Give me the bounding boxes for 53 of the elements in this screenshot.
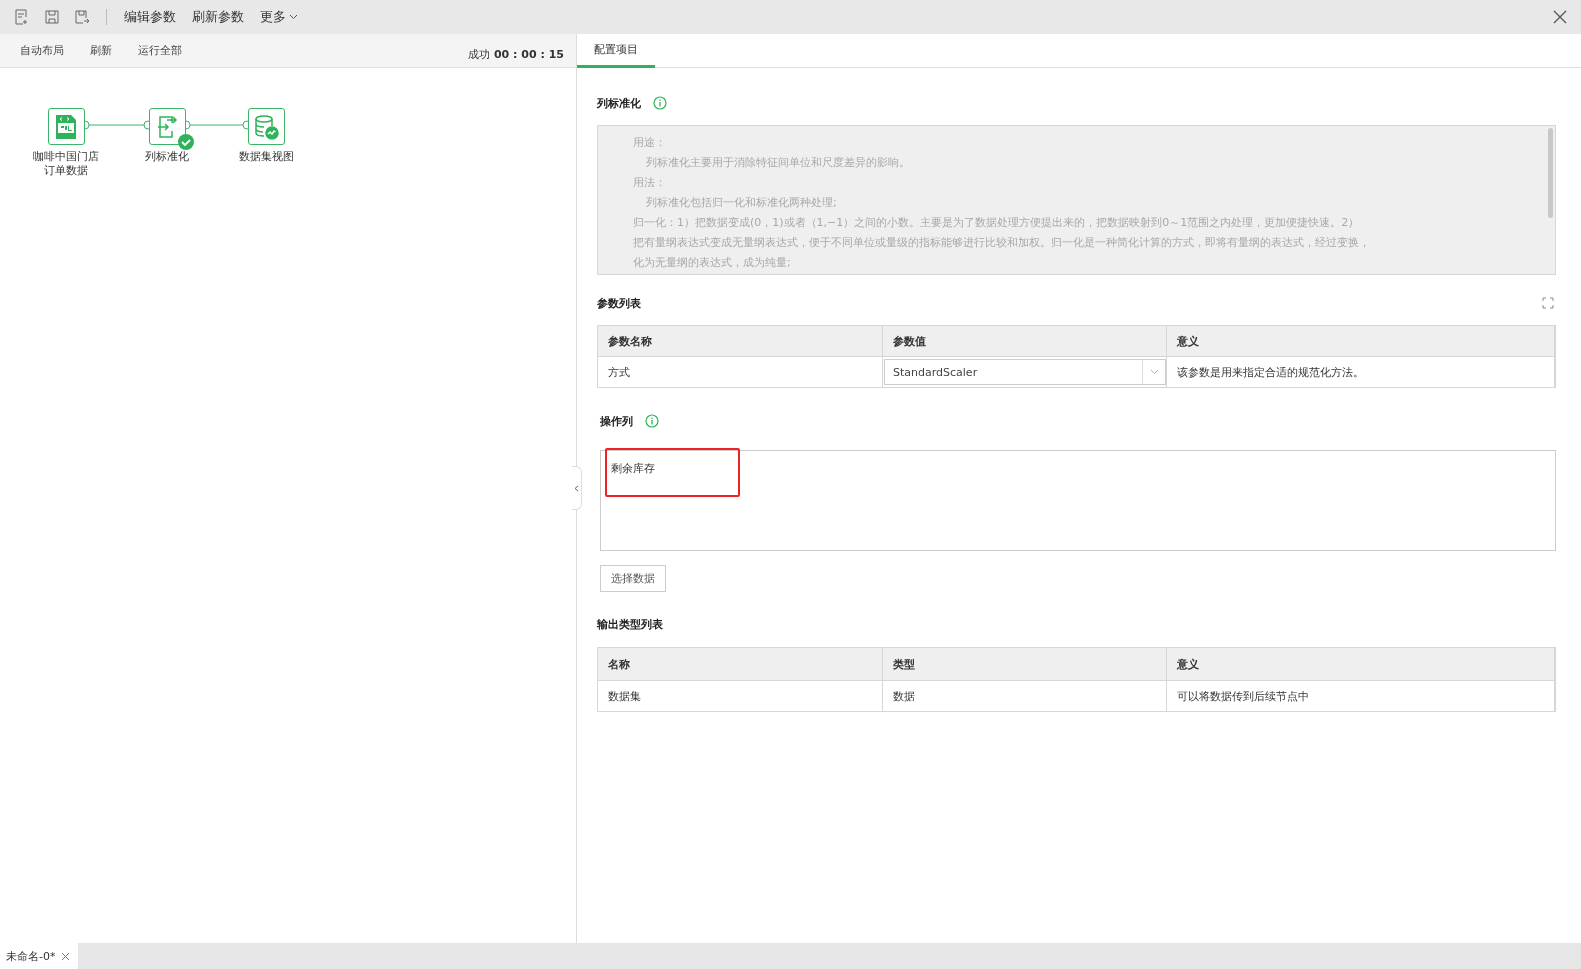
caret-icon — [289, 14, 298, 20]
node-label: 咖啡中国门店 — [33, 150, 99, 164]
canvas-toolbar-button[interactable]: 刷新 — [84, 41, 118, 60]
database-chart-icon — [253, 113, 279, 140]
description-text: 化为无量纲的表达式，成为纯量; — [633, 255, 792, 271]
section-title: 列标准化 — [597, 95, 641, 111]
document-tab[interactable]: 未命名-0* — [0, 943, 79, 969]
description-text: 用途： — [633, 135, 667, 151]
column-header: 意义 — [1167, 326, 1555, 357]
table-cell: 该参数是用来指定合适的规范化方法。 — [1167, 357, 1555, 388]
canvas-toolbar-button[interactable]: 运行全部 — [132, 41, 188, 60]
table-cell: 数据 — [883, 681, 1167, 712]
column-header: 意义 — [1167, 648, 1555, 681]
scrollbar[interactable] — [1548, 128, 1553, 218]
node-label: 列标准化 — [145, 150, 189, 164]
column-header: 名称 — [598, 648, 883, 681]
toolbar-button[interactable]: 刷新参数 — [189, 6, 247, 28]
more-menu[interactable]: 更多 — [257, 6, 301, 28]
description-text: 列标准化主要用于消除特征间单位和尺度差异的影响。 — [645, 155, 911, 171]
section-title: 操作列 — [600, 413, 633, 429]
description-text: 用法： — [633, 175, 667, 191]
node-label: 数据集视图 — [238, 150, 294, 164]
column-list-field[interactable]: 剩余库存 — [600, 450, 1556, 551]
column-header: 参数值 — [883, 326, 1167, 357]
info-icon[interactable] — [653, 96, 667, 110]
table-cell: 可以将数据传到后续节点中 — [1167, 681, 1555, 712]
close-icon[interactable] — [1551, 8, 1569, 26]
save-as-icon[interactable] — [72, 7, 92, 27]
transfer-icon — [155, 113, 179, 140]
column-tag: 剩余库存 — [611, 461, 655, 476]
table-cell: 方式 — [598, 357, 883, 388]
run-status: 成功 00 : 00 : 15 — [468, 47, 564, 62]
canvas-toolbar-button[interactable]: 自动布局 — [14, 41, 70, 60]
table-cell: 数据集 — [598, 681, 883, 712]
expand-icon[interactable] — [1540, 295, 1556, 311]
flow-node[interactable] — [247, 108, 285, 145]
flow-node[interactable] — [47, 108, 85, 145]
collapse-handle[interactable] — [572, 466, 582, 510]
node-label: 订单数据 — [44, 164, 88, 178]
value-select[interactable]: StandardScaler — [884, 359, 1166, 385]
toolbar-button[interactable]: 编辑参数 — [121, 6, 179, 28]
sql-file-icon — [54, 113, 78, 140]
config-tab[interactable]: 配置项目 — [577, 34, 655, 68]
caret-icon — [1149, 369, 1159, 375]
column-header: 类型 — [883, 648, 1167, 681]
column-header: 参数名称 — [598, 326, 883, 357]
section-title: 参数列表 — [597, 295, 641, 311]
save-icon[interactable] — [42, 7, 62, 27]
info-icon[interactable] — [645, 414, 659, 428]
close-icon[interactable] — [61, 951, 71, 961]
flow-node[interactable] — [148, 108, 186, 145]
section-title: 输出类型列表 — [597, 616, 663, 632]
select-data-button[interactable]: 选择数据 — [600, 565, 666, 592]
